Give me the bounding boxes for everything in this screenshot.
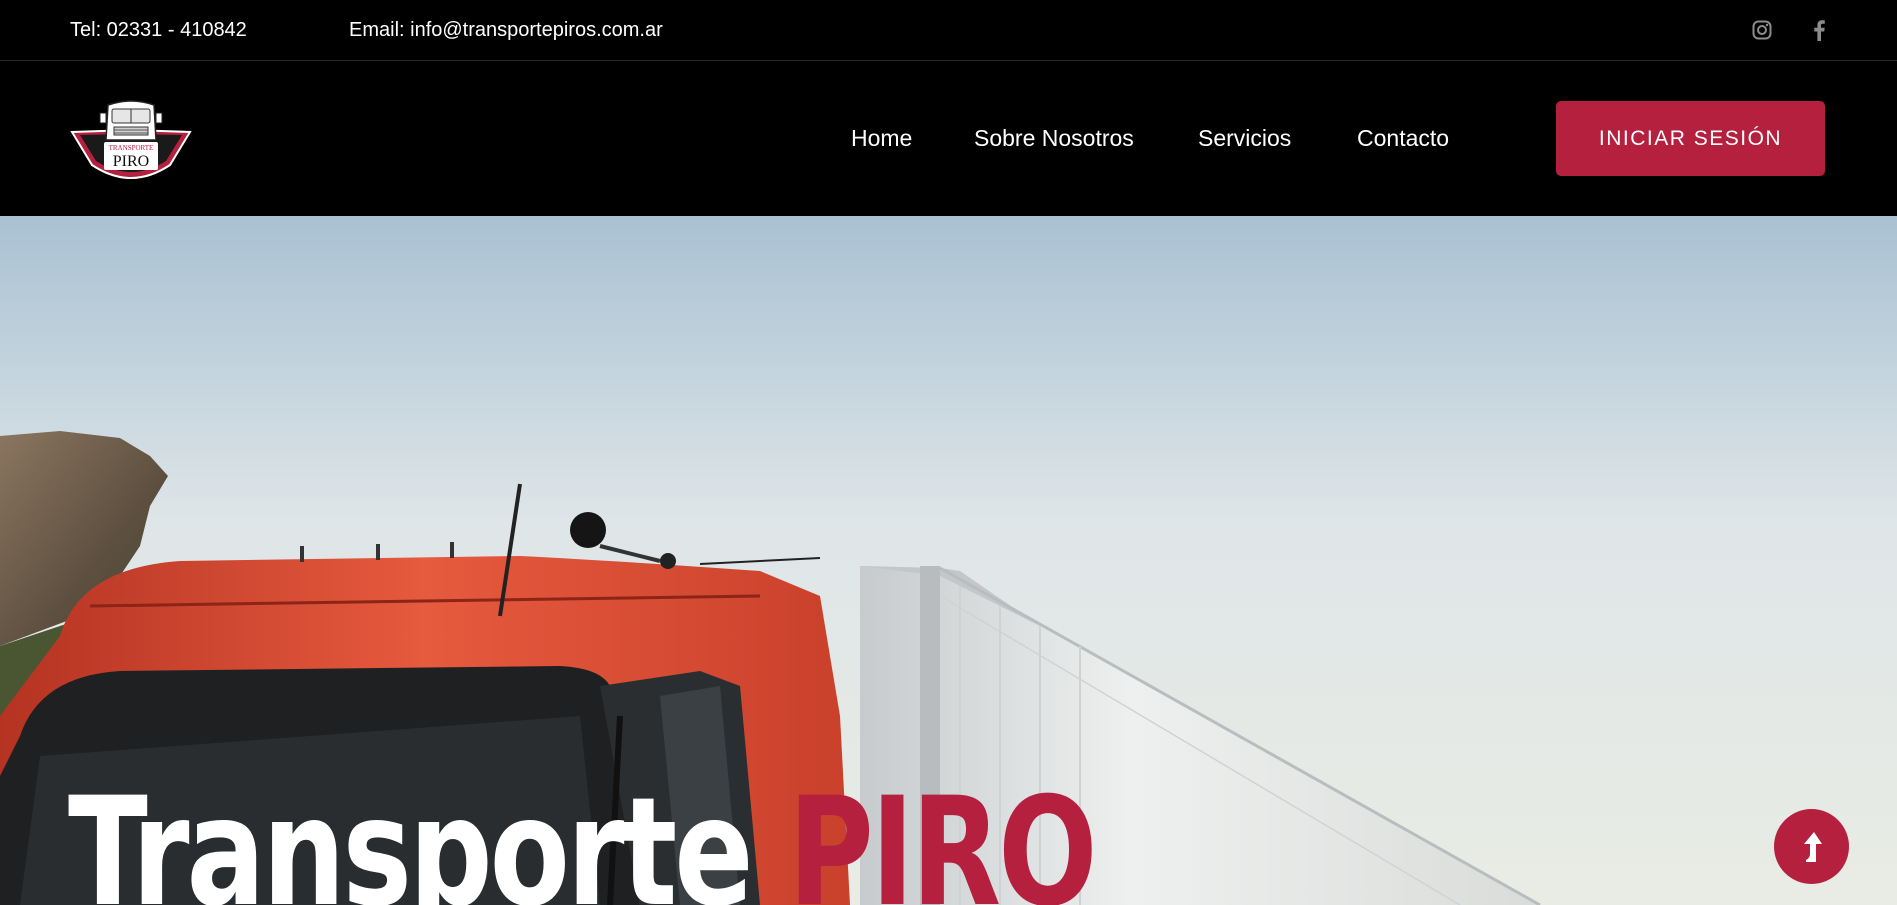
- nav-servicios[interactable]: Servicios: [1198, 125, 1291, 152]
- nav-sobre-nosotros[interactable]: Sobre Nosotros: [974, 125, 1134, 152]
- phone-text: Tel: 02331 - 410842: [70, 19, 247, 41]
- site-logo[interactable]: TRANSPORTE PIRO: [70, 95, 192, 185]
- facebook-icon[interactable]: [1807, 18, 1831, 42]
- nav-home[interactable]: Home: [851, 125, 912, 152]
- top-contact-bar: Tel: 02331 - 410842 Email: info@transpor…: [0, 0, 1897, 61]
- hero-title: Transporte PIRO: [68, 778, 1098, 905]
- nav-contacto[interactable]: Contacto: [1357, 125, 1449, 152]
- main-navbar: TRANSPORTE PIRO Home Sobre Nosotros Serv…: [0, 61, 1897, 216]
- arrow-up-icon: [1803, 831, 1822, 862]
- hero-title-main: Transporte: [68, 766, 754, 905]
- scroll-top-button[interactable]: [1774, 809, 1849, 884]
- logo-text-top: TRANSPORTE: [109, 144, 154, 152]
- hero-title-accent: PIRO: [788, 766, 1097, 905]
- instagram-icon[interactable]: [1750, 18, 1774, 42]
- email-link[interactable]: Email: info@transportepiros.com.ar: [349, 19, 663, 42]
- hero-section: Transporte PIRO: [0, 216, 1897, 905]
- login-button[interactable]: INICIAR SESIÓN: [1556, 101, 1825, 176]
- logo-text-main: PIRO: [113, 153, 149, 170]
